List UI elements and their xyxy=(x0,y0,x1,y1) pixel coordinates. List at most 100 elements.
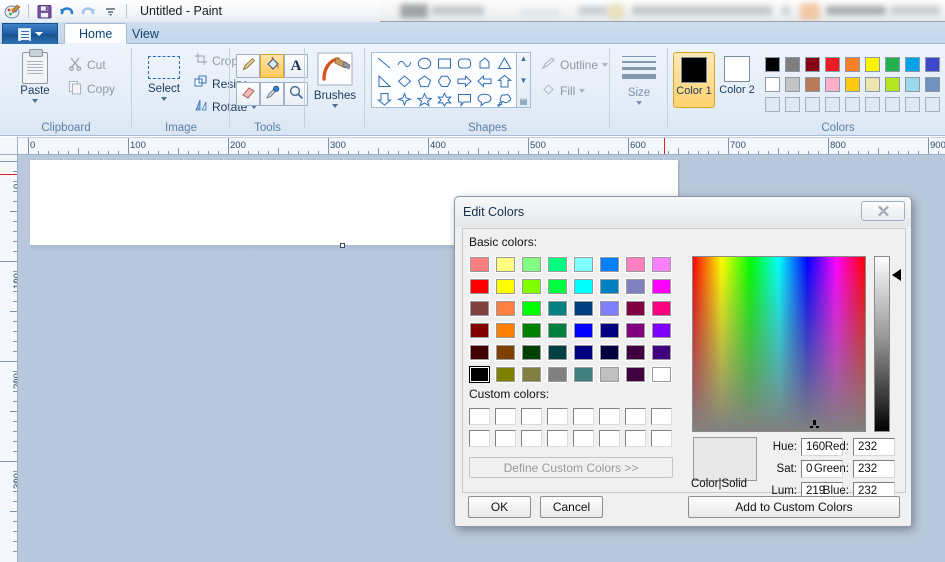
color1-button[interactable]: Color 1 xyxy=(673,52,715,108)
redo-icon[interactable] xyxy=(80,3,97,20)
palette-swatch[interactable] xyxy=(762,94,782,114)
scroll-up-icon[interactable]: ▲ xyxy=(520,54,528,63)
shape-four-point-star[interactable] xyxy=(396,91,413,107)
basic-color-cell[interactable] xyxy=(622,363,648,385)
shape-six-point-star[interactable] xyxy=(436,91,453,107)
basic-color-cell[interactable] xyxy=(492,363,518,385)
palette-swatch[interactable] xyxy=(922,94,942,114)
palette-swatch[interactable] xyxy=(822,54,842,74)
basic-color-cell[interactable] xyxy=(466,297,492,319)
palette-swatch[interactable] xyxy=(802,54,822,74)
custom-color-cell[interactable] xyxy=(648,405,674,427)
basic-color-cell[interactable] xyxy=(492,275,518,297)
custom-color-cell[interactable] xyxy=(596,405,622,427)
palette-swatch[interactable] xyxy=(782,94,802,114)
custom-color-cell[interactable] xyxy=(544,405,570,427)
custom-color-cell[interactable] xyxy=(570,427,596,449)
green-input[interactable]: 232 xyxy=(853,460,895,478)
basic-color-cell[interactable] xyxy=(648,275,674,297)
custom-color-cell[interactable] xyxy=(648,427,674,449)
scroll-down-icon[interactable]: ▼ xyxy=(520,76,528,85)
basic-color-cell[interactable] xyxy=(622,275,648,297)
basic-color-cell[interactable] xyxy=(622,319,648,341)
custom-color-cell[interactable] xyxy=(492,427,518,449)
basic-color-cell[interactable] xyxy=(622,341,648,363)
scroll-expand-icon[interactable]: ▤ xyxy=(520,97,528,106)
shapes-scrollbar[interactable]: ▲ ▼ ▤ xyxy=(517,52,531,108)
canvas-resize-handle-bottom[interactable] xyxy=(340,243,345,248)
basic-color-cell[interactable] xyxy=(648,319,674,341)
palette-swatch[interactable] xyxy=(882,74,902,94)
palette-swatch[interactable] xyxy=(822,74,842,94)
shape-hexagon[interactable] xyxy=(436,74,453,89)
basic-color-cell[interactable] xyxy=(570,253,596,275)
basic-color-cell[interactable] xyxy=(622,253,648,275)
paste-button[interactable]: Paste xyxy=(8,49,62,103)
custom-color-cell[interactable] xyxy=(544,427,570,449)
shape-line[interactable] xyxy=(376,56,393,71)
basic-colors-grid[interactable] xyxy=(466,253,674,385)
palette-swatch[interactable] xyxy=(902,94,922,114)
basic-color-cell[interactable] xyxy=(518,363,544,385)
color-palette[interactable] xyxy=(762,54,942,114)
basic-color-cell[interactable] xyxy=(544,297,570,319)
luminance-slider[interactable] xyxy=(874,256,890,432)
palette-swatch[interactable] xyxy=(902,54,922,74)
palette-swatch[interactable] xyxy=(922,74,942,94)
shape-right-triangle[interactable] xyxy=(376,74,393,89)
palette-swatch[interactable] xyxy=(762,74,782,94)
fill-button[interactable]: Fill xyxy=(541,82,586,100)
basic-color-cell[interactable] xyxy=(648,341,674,363)
basic-color-cell[interactable] xyxy=(544,363,570,385)
basic-color-cell[interactable] xyxy=(648,363,674,385)
size-button[interactable]: Size xyxy=(618,56,660,105)
palette-swatch[interactable] xyxy=(822,94,842,114)
shape-cloud-callout[interactable] xyxy=(496,92,513,107)
basic-color-cell[interactable] xyxy=(466,253,492,275)
shape-curve[interactable] xyxy=(396,56,413,71)
shape-up-arrow[interactable] xyxy=(496,74,513,89)
shape-diamond[interactable] xyxy=(396,74,413,89)
outline-button[interactable]: Outline xyxy=(541,56,609,74)
color-spectrum-picker[interactable] xyxy=(692,256,866,432)
shape-rect-callout[interactable] xyxy=(456,92,473,107)
shape-down-arrow[interactable] xyxy=(376,92,393,107)
palette-swatch[interactable] xyxy=(782,54,802,74)
shape-pentagon[interactable] xyxy=(416,74,433,89)
basic-color-cell[interactable] xyxy=(570,363,596,385)
pencil-tool[interactable] xyxy=(236,54,260,78)
basic-color-cell[interactable] xyxy=(518,275,544,297)
tab-view[interactable]: View xyxy=(118,23,173,44)
basic-color-cell[interactable] xyxy=(466,275,492,297)
basic-color-cell[interactable] xyxy=(596,297,622,319)
custom-color-cell[interactable] xyxy=(518,405,544,427)
basic-color-cell[interactable] xyxy=(492,319,518,341)
basic-color-cell[interactable] xyxy=(544,275,570,297)
palette-swatch[interactable] xyxy=(882,54,902,74)
palette-swatch[interactable] xyxy=(902,74,922,94)
basic-color-cell[interactable] xyxy=(518,297,544,319)
copy-button[interactable]: Copy xyxy=(68,80,115,98)
palette-swatch[interactable] xyxy=(862,94,882,114)
basic-color-cell[interactable] xyxy=(466,363,492,385)
palette-swatch[interactable] xyxy=(842,94,862,114)
shapes-gallery[interactable] xyxy=(371,52,517,108)
undo-icon[interactable] xyxy=(58,3,75,20)
spectrum-cursor[interactable] xyxy=(810,420,819,429)
shape-left-arrow[interactable] xyxy=(476,74,493,89)
cut-button[interactable]: Cut xyxy=(68,56,106,74)
shape-triangle[interactable] xyxy=(496,56,513,71)
palette-swatch[interactable] xyxy=(782,74,802,94)
ok-button[interactable]: OK xyxy=(468,496,531,518)
basic-color-cell[interactable] xyxy=(544,341,570,363)
fill-tool[interactable] xyxy=(260,54,284,78)
basic-color-cell[interactable] xyxy=(648,297,674,319)
custom-color-cell[interactable] xyxy=(596,427,622,449)
shape-five-point-star[interactable] xyxy=(415,91,433,107)
custom-color-cell[interactable] xyxy=(518,427,544,449)
basic-color-cell[interactable] xyxy=(596,363,622,385)
select-button[interactable]: Select xyxy=(138,56,190,101)
palette-swatch[interactable] xyxy=(862,74,882,94)
red-input[interactable]: 232 xyxy=(853,438,895,456)
shape-oval[interactable] xyxy=(416,56,433,71)
